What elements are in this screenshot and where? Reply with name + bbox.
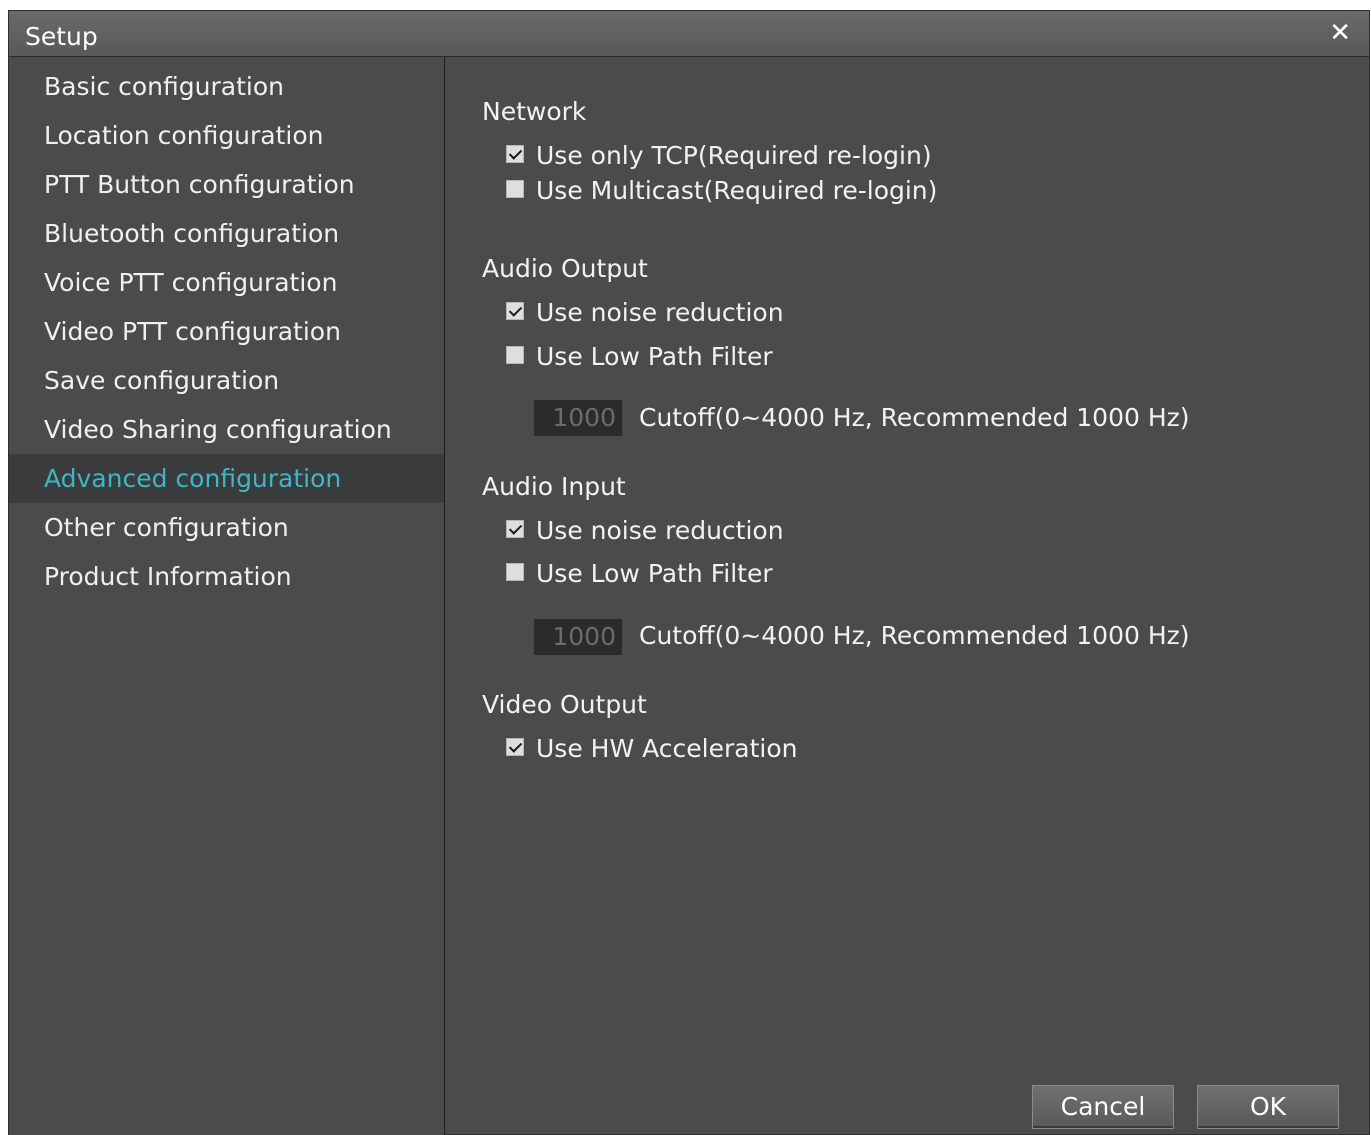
checkbox-unchecked-icon[interactable] [506,563,524,581]
sidebar-item-video-sharing[interactable]: Video Sharing configuration [9,405,444,454]
setup-dialog: Setup ✕ Basic configuration Location con… [8,10,1370,1135]
sidebar-item-bluetooth[interactable]: Bluetooth configuration [9,209,444,258]
sidebar-item-advanced[interactable]: Advanced configuration [9,454,444,503]
sidebar-item-location[interactable]: Location configuration [9,111,444,160]
audio-input-cutoff-input[interactable]: 1000 [534,619,622,655]
audio-output-cutoff-label: Cutoff(0~4000 Hz, Recommended 1000 Hz) [639,403,1190,432]
audio-output-lpf-label: Use Low Path Filter [536,342,773,371]
video-output-section-title: Video Output [482,690,647,719]
use-tcp-label: Use only TCP(Required re-login) [536,141,932,170]
use-multicast-option[interactable]: Use Multicast(Required re-login) [506,176,937,206]
hw-acceleration-label: Use HW Acceleration [536,734,798,763]
checkbox-unchecked-icon[interactable] [506,346,524,364]
sidebar-item-basic[interactable]: Basic configuration [9,62,444,111]
audio-output-cutoff-input[interactable]: 1000 [534,400,622,436]
sidebar-item-product-info[interactable]: Product Information [9,552,444,601]
audio-output-noise-option[interactable]: Use noise reduction [506,298,784,328]
sidebar-item-ptt-button[interactable]: PTT Button configuration [9,160,444,209]
hw-acceleration-option[interactable]: Use HW Acceleration [506,734,797,764]
use-tcp-option[interactable]: Use only TCP(Required re-login) [506,141,932,171]
sidebar-item-other[interactable]: Other configuration [9,503,444,552]
audio-output-section-title: Audio Output [482,254,648,283]
checkbox-checked-icon[interactable] [506,738,524,756]
ok-button[interactable]: OK [1197,1085,1339,1129]
cancel-button[interactable]: Cancel [1032,1085,1174,1129]
use-multicast-label: Use Multicast(Required re-login) [536,176,938,205]
audio-input-lpf-label: Use Low Path Filter [536,559,773,588]
audio-input-lpf-option[interactable]: Use Low Path Filter [506,559,773,589]
audio-input-cutoff-label: Cutoff(0~4000 Hz, Recommended 1000 Hz) [639,621,1190,650]
checkbox-checked-icon[interactable] [506,520,524,538]
dialog-title: Setup [25,22,98,51]
sidebar-item-save[interactable]: Save configuration [9,356,444,405]
title-bar[interactable]: Setup ✕ [9,11,1369,57]
audio-output-lpf-option[interactable]: Use Low Path Filter [506,342,773,372]
checkbox-unchecked-icon[interactable] [506,180,524,198]
close-icon[interactable]: ✕ [1329,19,1351,47]
sidebar: Basic configuration Location configurati… [9,57,445,1135]
audio-input-noise-label: Use noise reduction [536,516,784,545]
advanced-settings-panel: Network Use only TCP(Required re-login) … [446,57,1370,1135]
audio-output-noise-label: Use noise reduction [536,298,784,327]
network-section-title: Network [482,97,587,126]
audio-input-section-title: Audio Input [482,472,626,501]
checkbox-checked-icon[interactable] [506,145,524,163]
checkbox-checked-icon[interactable] [506,302,524,320]
audio-input-noise-option[interactable]: Use noise reduction [506,516,784,546]
sidebar-item-video-ptt[interactable]: Video PTT configuration [9,307,444,356]
sidebar-item-voice-ptt[interactable]: Voice PTT configuration [9,258,444,307]
